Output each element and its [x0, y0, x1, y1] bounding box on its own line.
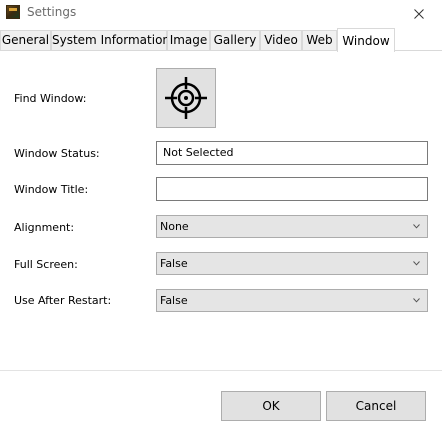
crosshair-icon — [165, 77, 207, 119]
ok-button[interactable]: OK — [221, 391, 321, 421]
cancel-button[interactable]: Cancel — [326, 391, 426, 421]
tab-window[interactable]: Window — [337, 28, 395, 52]
close-button[interactable] — [396, 0, 442, 27]
window-title-label: Window Title: — [14, 183, 89, 196]
use-after-restart-dropdown[interactable]: False — [156, 289, 428, 312]
alignment-dropdown[interactable]: None — [156, 215, 428, 238]
full-screen-dropdown[interactable]: False — [156, 252, 428, 275]
use-after-restart-value: False — [160, 294, 188, 307]
app-icon — [6, 5, 20, 19]
title-bar: Settings — [0, 0, 442, 27]
tab-video[interactable]: Video — [260, 30, 302, 50]
window-title-field[interactable] — [156, 177, 428, 201]
chevron-down-icon — [413, 224, 420, 229]
find-window-button[interactable] — [156, 68, 216, 128]
tab-gallery[interactable]: Gallery — [210, 30, 260, 50]
alignment-value: None — [160, 220, 189, 233]
full-screen-value: False — [160, 257, 188, 270]
window-status-field[interactable]: Not Selected — [156, 141, 428, 165]
close-icon — [414, 8, 424, 19]
use-after-restart-label: Use After Restart: — [14, 294, 112, 307]
tab-general[interactable]: General — [0, 30, 51, 50]
footer-divider — [0, 370, 442, 371]
full-screen-label: Full Screen: — [14, 258, 78, 271]
tab-image[interactable]: Image — [167, 30, 210, 50]
find-window-label: Find Window: — [14, 92, 87, 105]
chevron-down-icon — [413, 298, 420, 303]
settings-window: Settings General System Information Imag… — [0, 0, 442, 432]
tab-web[interactable]: Web — [302, 30, 337, 50]
chevron-down-icon — [413, 261, 420, 266]
tab-system-information[interactable]: System Information — [51, 30, 170, 50]
window-title: Settings — [27, 5, 77, 19]
alignment-label: Alignment: — [14, 221, 75, 234]
window-status-label: Window Status: — [14, 147, 100, 160]
